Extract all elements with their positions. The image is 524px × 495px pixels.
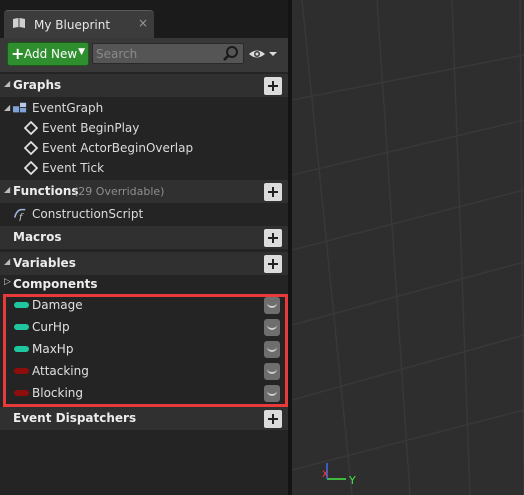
event-node-icon — [24, 161, 38, 175]
search-box[interactable] — [92, 43, 244, 64]
add-variable-button[interactable] — [264, 255, 282, 273]
collapsed-arrow-icon: ▷ — [4, 277, 11, 287]
section-title: Functions — [13, 184, 79, 198]
tab-my-blueprint[interactable]: My Blueprint × — [4, 10, 154, 38]
add-new-label: Add New — [24, 47, 78, 61]
tree-item-event[interactable]: Event BeginPlay — [0, 118, 288, 138]
close-icon[interactable]: × — [138, 16, 148, 30]
event-label: Event Tick — [42, 161, 105, 175]
selection-highlight — [3, 294, 288, 407]
event-graph-label: EventGraph — [32, 101, 104, 115]
axis-gizmo: X — [322, 463, 346, 480]
event-label: Event BeginPlay — [42, 121, 140, 135]
tree-item-construction-script[interactable]: f ConstructionScript — [0, 204, 288, 224]
add-function-button[interactable] — [264, 183, 282, 201]
section-graphs[interactable]: ◢ Graphs — [0, 74, 288, 97]
search-input[interactable] — [96, 46, 221, 62]
event-node-icon — [24, 141, 38, 155]
expand-arrow-icon: ◢ — [4, 185, 11, 194]
section-functions[interactable]: ◢ Functions (29 Overridable) — [0, 180, 288, 203]
blueprint-book-icon — [13, 18, 25, 28]
axis-y-label: Y — [349, 474, 356, 487]
expand-arrow-icon: ◢ — [4, 79, 11, 88]
section-title: Graphs — [13, 78, 62, 92]
expand-arrow-icon: ◢ — [4, 257, 11, 266]
function-icon: f — [13, 208, 26, 221]
components-label: Components — [13, 277, 98, 291]
search-icon[interactable] — [222, 45, 240, 63]
tree-item-components[interactable]: ▷ Components — [0, 275, 288, 293]
svg-text:f: f — [18, 212, 24, 221]
section-macros[interactable]: Macros — [0, 226, 288, 249]
tree-item-event[interactable]: Event Tick — [0, 158, 288, 178]
toolbar: + Add New ▼ — [0, 38, 288, 72]
overridable-count: (29 Overridable) — [74, 185, 165, 198]
tree-item-event[interactable]: Event ActorBeginOverlap — [0, 138, 288, 158]
section-title: Variables — [13, 256, 76, 270]
add-macro-button[interactable] — [264, 229, 282, 247]
section-title: Macros — [13, 230, 62, 244]
event-graph-icon — [13, 102, 27, 113]
event-node-icon — [24, 121, 38, 135]
expand-arrow-icon: ◢ — [4, 103, 11, 112]
eye-visibility-icon[interactable] — [248, 47, 278, 61]
axis-x-label: X — [322, 470, 328, 480]
event-label: Event ActorBeginOverlap — [42, 141, 194, 155]
tab-title: My Blueprint — [34, 18, 111, 32]
construction-script-label: ConstructionScript — [32, 207, 144, 221]
viewport-grid — [292, 0, 524, 495]
add-graph-button[interactable] — [264, 77, 282, 95]
viewport[interactable] — [292, 0, 524, 495]
add-new-button[interactable]: + Add New ▼ — [7, 42, 89, 66]
add-event-dispatcher-button[interactable] — [264, 410, 282, 428]
section-variables[interactable]: ◢ Variables — [0, 252, 288, 275]
section-title: Event Dispatchers — [13, 411, 137, 425]
chevron-down-icon: ▼ — [78, 47, 85, 57]
my-blueprint-panel: My Blueprint × + Add New ▼ ◢ Graphs — [0, 0, 288, 495]
plus-icon: + — [11, 44, 25, 63]
section-event-dispatchers[interactable]: Event Dispatchers — [0, 407, 288, 430]
tab-strip: My Blueprint × — [0, 0, 288, 38]
tree-item-event-graph[interactable]: ◢ EventGraph — [0, 98, 288, 118]
